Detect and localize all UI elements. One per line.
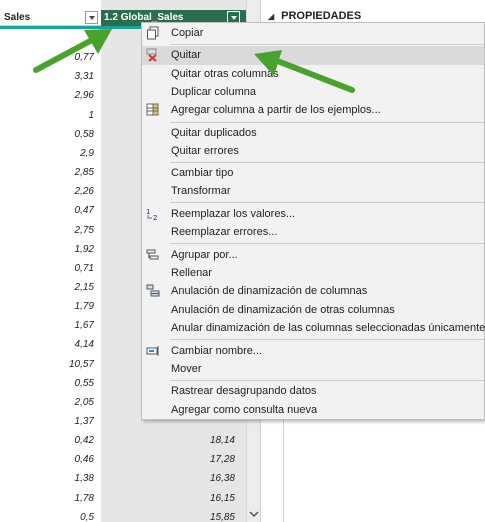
menu-item-transformar[interactable]: Transformar (142, 182, 484, 201)
table-cell[interactable]: 1,67 (4, 316, 94, 335)
menu-item-agregar-consulta-nueva[interactable]: Agregar como consulta nueva (142, 401, 484, 420)
table-cell[interactable]: 2,75 (4, 221, 94, 240)
svg-text:2: 2 (153, 214, 157, 221)
unpivot-icon (146, 284, 160, 297)
menu-separator (170, 162, 484, 163)
table-cell[interactable]: 2,9 (4, 144, 94, 163)
menu-separator (170, 122, 484, 123)
replace-values-icon: 12 (146, 208, 157, 221)
menu-item-quitar-errores[interactable]: Quitar errores (142, 142, 484, 161)
column-header-sales[interactable]: Sales (0, 10, 101, 26)
menu-item-label: Mover (171, 363, 202, 375)
table-cell[interactable]: 16,38 (145, 469, 235, 488)
chevron-down-icon[interactable] (248, 508, 260, 520)
menu-item-quitar[interactable]: Quitar (142, 46, 484, 65)
table-cell[interactable]: 0,42 (4, 431, 94, 450)
table-cell[interactable]: 10,57 (4, 355, 94, 374)
menu-item-label: Quitar (171, 49, 201, 61)
menu-item-copiar[interactable]: Copiar (142, 24, 484, 43)
menu-item-cambiar-nombre[interactable]: Cambiar nombre... (142, 342, 484, 361)
table-cell[interactable]: 2,96 (4, 86, 94, 105)
menu-item-label: Agregar como consulta nueva (171, 404, 318, 416)
menu-item-mover[interactable]: Mover (142, 360, 484, 379)
menu-item-label: Quitar duplicados (171, 127, 257, 139)
table-cell[interactable]: 1 (4, 106, 94, 125)
menu-item-label: Transformar (171, 185, 231, 197)
menu-item-duplicar-columna[interactable]: Duplicar columna (142, 83, 484, 102)
menu-item-label: Rellenar (171, 267, 212, 279)
menu-item-label: Anular dinamización de las columnas sele… (171, 322, 485, 334)
menu-item-anulacion-dinamizacion-otras[interactable]: Anulación de dinamización de otras colum… (142, 301, 484, 320)
menu-item-label: Agregar columna a partir de los ejemplos… (171, 104, 381, 116)
table-cell[interactable]: 8 (4, 29, 94, 48)
table-cell[interactable]: 3,31 (4, 67, 94, 86)
table-cell[interactable]: 0,47 (4, 201, 94, 220)
menu-separator (170, 339, 484, 340)
table-cell[interactable]: 1,37 (4, 412, 94, 431)
type-indicator: 1.2 (104, 12, 118, 23)
menu-item-label: Reemplazar los valores... (171, 208, 296, 220)
menu-item-reemplazar-errores[interactable]: Reemplazar errores... (142, 223, 484, 242)
menu-item-agrupar-por[interactable]: Agrupar por... (142, 246, 484, 265)
collapse-icon[interactable]: ◢ (268, 12, 274, 21)
menu-item-quitar-otras-columnas[interactable]: Quitar otras columnas (142, 65, 484, 84)
menu-item-label: Quitar otras columnas (171, 68, 279, 80)
table-cell[interactable]: 2,85 (4, 163, 94, 182)
menu-item-quitar-duplicados[interactable]: Quitar duplicados (142, 124, 484, 143)
table-cell[interactable]: 4,14 (4, 335, 94, 354)
table-cell[interactable]: 15,85 (145, 508, 235, 522)
properties-title: PROPIEDADES (281, 10, 362, 22)
menu-item-label: Cambiar tipo (171, 167, 234, 179)
table-cell[interactable]: 2,05 (4, 393, 94, 412)
group-by-icon (146, 249, 159, 260)
table-cell[interactable]: 0,77 (4, 48, 94, 67)
menu-item-rastrear-desagrupando[interactable]: Rastrear desagrupando datos (142, 382, 484, 401)
table-cell[interactable]: 18,14 (145, 431, 235, 450)
table-cell[interactable]: 0,46 (4, 450, 94, 469)
column-header-label: Sales (4, 12, 31, 23)
menu-separator (170, 380, 484, 381)
table-cell[interactable]: 1,78 (4, 489, 94, 508)
copy-icon (147, 26, 159, 40)
menu-item-label: Reemplazar errores... (171, 226, 278, 238)
table-cell[interactable]: 0,5 (4, 508, 94, 522)
menu-item-rellenar[interactable]: Rellenar (142, 264, 484, 283)
table-cell[interactable]: 1,38 (4, 469, 94, 488)
properties-header[interactable]: ◢ PROPIEDADES (268, 10, 361, 22)
properties-panel-area (283, 415, 485, 522)
menu-item-label: Anulación de dinamización de columnas (171, 285, 368, 297)
menu-item-label: Copiar (171, 27, 204, 39)
table-cell[interactable]: 0,71 (4, 259, 94, 278)
column-from-examples-icon (146, 103, 159, 116)
chevron-down-icon[interactable] (85, 11, 98, 24)
rename-icon (146, 346, 159, 356)
table-cell[interactable]: 0,55 (4, 374, 94, 393)
table-cell[interactable]: 1,92 (4, 240, 94, 259)
table-cell[interactable]: 1,79 (4, 297, 94, 316)
menu-item-anulacion-dinamizacion-columnas[interactable]: Anulación de dinamización de columnas (142, 282, 484, 301)
delete-column-icon (146, 48, 157, 62)
svg-text:1: 1 (146, 208, 150, 216)
context-menu: Copiar Quitar Quitar otras columnas Dupl… (141, 22, 485, 420)
menu-item-anular-dinamizacion-seleccionadas[interactable]: Anular dinamización de las columnas sele… (142, 319, 485, 338)
table-cell[interactable]: 17,28 (145, 450, 235, 469)
menu-item-label: Quitar errores (171, 145, 239, 157)
table-cell[interactable]: 0,58 (4, 125, 94, 144)
menu-item-label: Duplicar columna (171, 86, 256, 98)
menu-separator (170, 243, 484, 244)
menu-item-cambiar-tipo[interactable]: Cambiar tipo (142, 164, 484, 183)
menu-separator (170, 44, 484, 45)
menu-item-label: Rastrear desagrupando datos (171, 385, 317, 397)
menu-item-label: Cambiar nombre... (171, 345, 263, 357)
table-cell[interactable]: 2,26 (4, 182, 94, 201)
menu-separator (170, 202, 484, 203)
menu-item-reemplazar-valores[interactable]: 12 Reemplazar los valores... (142, 205, 484, 224)
menu-item-agregar-columna-ejemplos[interactable]: Agregar columna a partir de los ejemplos… (142, 101, 484, 120)
menu-item-label: Agrupar por... (171, 249, 238, 261)
menu-item-label: Anulación de dinamización de otras colum… (171, 304, 395, 316)
table-cell[interactable]: 16,15 (145, 489, 235, 508)
table-cell[interactable]: 2,15 (4, 278, 94, 297)
